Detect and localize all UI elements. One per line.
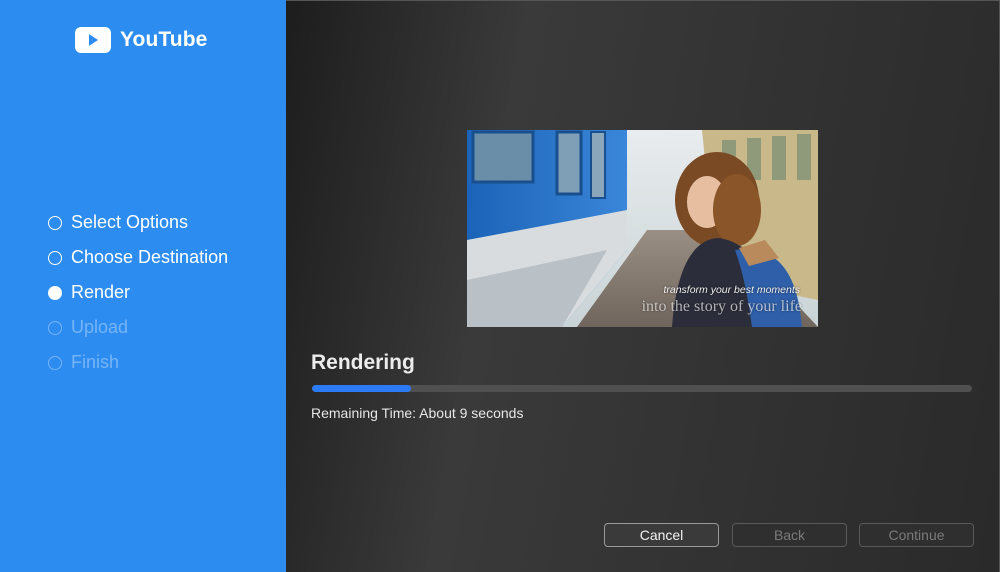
- step-circle-icon: [48, 215, 62, 230]
- step-label: Finish: [71, 352, 120, 372]
- youtube-logo-icon: [75, 27, 111, 53]
- preview-caption-line1: transform your best moments: [663, 284, 800, 296]
- brand-name: YouTube: [120, 28, 208, 51]
- status-title: Rendering: [311, 351, 415, 374]
- cancel-button[interactable]: Cancel: [604, 523, 719, 547]
- step-filled-circle-icon: [48, 285, 62, 300]
- step-select-options: Select Options: [48, 205, 228, 240]
- remaining-time: Remaining Time: About 9 seconds: [311, 405, 524, 421]
- progress-fill: [312, 385, 411, 392]
- step-label: Choose Destination: [71, 247, 229, 267]
- brand: YouTube: [75, 26, 207, 54]
- step-render: Render: [48, 275, 228, 310]
- step-label: Upload: [71, 317, 129, 337]
- progress-bar: [312, 385, 972, 392]
- step-choose-destination: Choose Destination: [48, 240, 228, 275]
- step-circle-icon: [48, 320, 62, 335]
- step-upload: Upload: [48, 310, 228, 345]
- sidebar: YouTube Select Options Choose Destinatio…: [0, 0, 286, 572]
- main-panel: transform your best moments into the sto…: [286, 0, 1000, 572]
- step-finish: Finish: [48, 345, 228, 380]
- preview-caption-line2: into the story of your life: [641, 298, 802, 315]
- continue-button[interactable]: Continue: [859, 523, 974, 547]
- step-circle-icon: [48, 250, 62, 265]
- back-button[interactable]: Back: [732, 523, 847, 547]
- video-preview: transform your best moments into the sto…: [467, 130, 818, 327]
- step-label: Select Options: [71, 212, 189, 232]
- step-list: Select Options Choose Destination Render…: [48, 205, 228, 380]
- step-circle-icon: [48, 355, 62, 370]
- step-label: Render: [71, 282, 131, 302]
